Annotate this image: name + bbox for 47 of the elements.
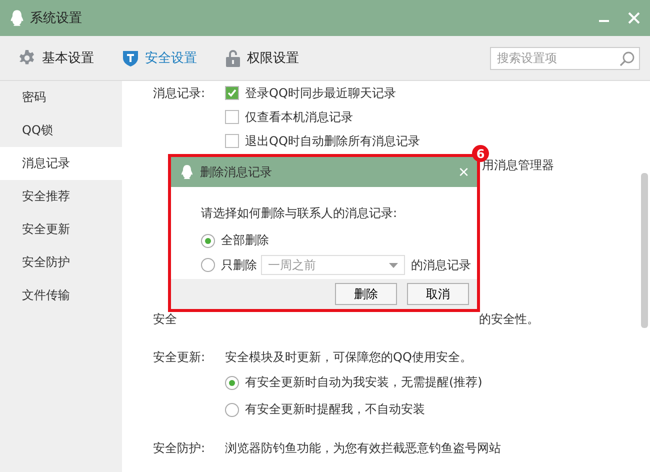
settings-tab[interactable]: 基本设置 <box>18 49 94 67</box>
option-suffix: 的消息记录 <box>411 256 471 274</box>
option-label: 登录QQ时同步最近聊天记录 <box>245 84 396 102</box>
radio-button[interactable] <box>201 234 215 248</box>
section-label: 安全防护: <box>153 440 206 456</box>
sidebar-item[interactable]: 安全更新 <box>0 213 122 246</box>
close-icon[interactable] <box>628 12 640 24</box>
search-field[interactable]: 搜索设置项 <box>490 46 640 70</box>
radio-button[interactable] <box>225 376 239 390</box>
dialog-button[interactable]: 删除 <box>335 283 397 305</box>
window-title: 系统设置 <box>30 10 83 27</box>
lock-icon <box>225 49 241 67</box>
partial-text: 的安全性。 <box>479 310 539 328</box>
dialog-title: 删除消息记录 <box>200 164 272 180</box>
sidebar-item[interactable]: 安全推荐 <box>0 180 122 213</box>
checkbox[interactable] <box>225 134 239 148</box>
checkbox[interactable] <box>225 110 239 124</box>
option-label: 仅查看本机消息记录 <box>245 108 353 126</box>
scrollbar-thumb[interactable] <box>641 173 648 328</box>
gear-icon <box>18 49 36 67</box>
sidebar-item[interactable]: 安全防护 <box>0 246 122 279</box>
search-icon <box>619 50 635 66</box>
settings-tab[interactable]: 安全设置 <box>122 49 197 67</box>
checkbox[interactable] <box>225 86 239 100</box>
sidebar-item[interactable]: QQ锁 <box>0 114 122 147</box>
sidebar-item[interactable]: 文件传输 <box>0 279 122 312</box>
caret-icon <box>389 262 398 268</box>
settings-tab[interactable]: 权限设置 <box>225 49 299 67</box>
dialog-prompt: 请选择如何删除与联系人的消息记录: <box>201 205 398 222</box>
option-label: 只删除 <box>221 256 257 274</box>
sidebar-item[interactable]: 消息记录 <box>0 147 122 180</box>
option-label: 有安全更新时提醒我，不自动安装 <box>245 401 425 418</box>
section-label: 安全 <box>153 310 178 328</box>
option-label: 有安全更新时自动为我安装，无需提醒(推荐) <box>245 374 482 391</box>
section-label: 消息记录: <box>153 84 206 102</box>
dialog-button[interactable]: 取消 <box>407 283 469 305</box>
shield-icon <box>122 49 139 67</box>
penguin-icon <box>179 164 195 180</box>
penguin-icon <box>8 9 26 27</box>
radio-button[interactable] <box>201 258 215 272</box>
radio-button[interactable] <box>225 402 239 416</box>
section-description: 安全模块及时更新，可保障您的QQ使用安全。 <box>225 348 472 366</box>
section-label: 安全更新: <box>153 348 206 366</box>
option-label: 退出QQ时自动删除所有消息记录 <box>245 132 420 150</box>
sidebar-item[interactable]: 密码 <box>0 81 122 114</box>
section-description: 浏览器防钓鱼功能，为您有效拦截恶意钓鱼盗号网站 <box>225 440 501 456</box>
option-label: 全部删除 <box>221 232 269 249</box>
